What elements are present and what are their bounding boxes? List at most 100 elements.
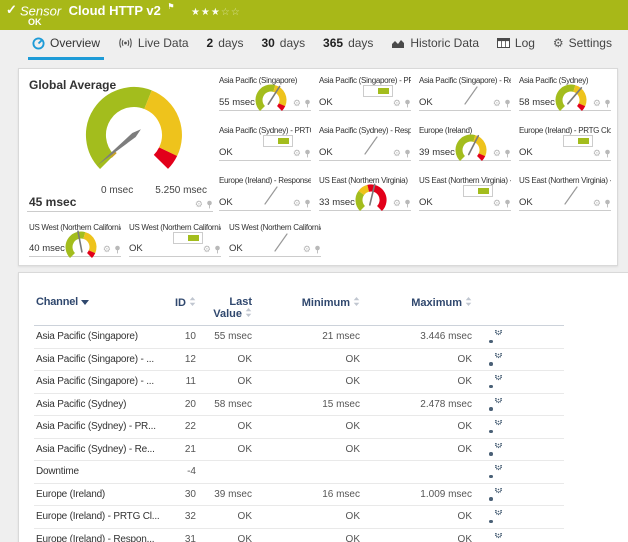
tab-settings[interactable]: ⚙Settings xyxy=(549,31,616,60)
channel-maximum: OK xyxy=(362,354,474,365)
column-header-minimum[interactable]: Minimum xyxy=(254,297,362,309)
channel-minimum: OK xyxy=(254,376,362,387)
channel-name[interactable]: Asia Pacific (Singapore) - ... xyxy=(34,376,164,387)
pin-icon[interactable] xyxy=(404,99,411,108)
channel-gauge-cell: Europe (Ireland) - PRTG Cloud...OK⚙ xyxy=(519,125,611,161)
gear-icon[interactable]: ⚙ xyxy=(493,199,501,208)
channel-maximum: 3.446 msec xyxy=(362,331,474,342)
column-header-maximum[interactable]: Maximum xyxy=(362,297,474,309)
channel-gauge-value: OK xyxy=(319,147,333,158)
table-row: Asia Pacific (Singapore) - ...12OKOKOK⚙ xyxy=(34,349,564,372)
channel-gauge-value: 40 msec xyxy=(29,243,65,254)
channel-name[interactable]: Asia Pacific (Sydney) - PR... xyxy=(34,421,164,432)
channel-name[interactable]: Europe (Ireland) - Respon... xyxy=(34,534,164,542)
gear-icon[interactable]: ⚙ xyxy=(593,99,601,108)
gear-icon[interactable]: ⚙ xyxy=(393,199,401,208)
channel-settings-icon[interactable]: ⚙ xyxy=(489,420,503,433)
pin-icon[interactable] xyxy=(304,99,311,108)
gear-icon[interactable]: ⚙ xyxy=(203,245,211,254)
pin-icon[interactable] xyxy=(504,149,511,158)
gear-icon[interactable]: ⚙ xyxy=(593,199,601,208)
channel-name[interactable]: Asia Pacific (Sydney) - Re... xyxy=(34,444,164,455)
pin-icon[interactable] xyxy=(604,149,611,158)
channel-settings-icon[interactable]: ⚙ xyxy=(489,465,503,478)
pin-icon[interactable] xyxy=(206,200,213,209)
gear-icon[interactable]: ⚙ xyxy=(195,200,203,209)
gear-icon[interactable]: ⚙ xyxy=(493,149,501,158)
column-header-last-value[interactable]: Last Value xyxy=(198,297,254,320)
tab-historic-data[interactable]: Historic Data xyxy=(387,31,483,60)
channel-maximum: OK xyxy=(362,534,474,542)
channel-minimum: OK xyxy=(254,511,362,522)
channel-table-header: ChannelIDLast ValueMinimumMaximum xyxy=(34,297,564,326)
channel-id: -4 xyxy=(164,466,198,477)
sensor-status-badge: OK xyxy=(28,17,42,27)
status-toggle-indicator xyxy=(263,135,293,147)
channel-settings-icon[interactable]: ⚙ xyxy=(489,510,503,523)
channel-gauge-value: OK xyxy=(419,197,433,208)
pin-icon[interactable] xyxy=(404,149,411,158)
channel-settings-icon[interactable]: ⚙ xyxy=(489,533,503,542)
pin-icon[interactable] xyxy=(404,199,411,208)
tab-30-days[interactable]: 30days xyxy=(257,31,309,60)
channel-gauge-value: OK xyxy=(519,197,533,208)
gear-icon[interactable]: ⚙ xyxy=(593,149,601,158)
channel-name[interactable]: Asia Pacific (Singapore) - ... xyxy=(34,354,164,365)
tab-label: Overview xyxy=(50,36,100,50)
channel-last-value: OK xyxy=(198,511,254,522)
tab-log[interactable]: Log xyxy=(493,31,539,60)
table-row: Asia Pacific (Sydney)2058 msec15 msec2.4… xyxy=(34,394,564,417)
gear-icon[interactable]: ⚙ xyxy=(293,199,301,208)
pin-icon[interactable] xyxy=(304,149,311,158)
column-header-id[interactable]: ID xyxy=(164,297,198,309)
gear-icon[interactable]: ⚙ xyxy=(493,99,501,108)
pin-icon[interactable] xyxy=(114,245,121,254)
channel-name[interactable]: Europe (Ireland) xyxy=(34,489,164,500)
channel-table-panel: ChannelIDLast ValueMinimumMaximum Asia P… xyxy=(18,272,628,542)
pin-icon[interactable] xyxy=(504,99,511,108)
channel-maximum: OK xyxy=(362,376,474,387)
status-toggle-indicator xyxy=(173,232,203,244)
channel-settings-icon[interactable]: ⚙ xyxy=(489,375,503,388)
channel-settings-icon[interactable]: ⚙ xyxy=(489,330,503,343)
tab-label: Historic Data xyxy=(410,36,479,50)
channel-id: 32 xyxy=(164,511,198,522)
flag-icon[interactable]: ⚑ xyxy=(167,2,174,11)
priority-stars[interactable]: ★★★☆☆ xyxy=(191,7,241,18)
pin-icon[interactable] xyxy=(304,199,311,208)
channel-name[interactable]: Downtime xyxy=(34,466,164,477)
pin-icon[interactable] xyxy=(504,199,511,208)
channel-last-value: OK xyxy=(198,354,254,365)
pin-icon[interactable] xyxy=(604,99,611,108)
gear-icon[interactable]: ⚙ xyxy=(103,245,111,254)
live-data-icon xyxy=(118,37,133,49)
gear-icon[interactable]: ⚙ xyxy=(393,99,401,108)
channel-name[interactable]: Europe (Ireland) - PRTG Cl... xyxy=(34,511,164,522)
sort-icon xyxy=(353,297,360,306)
channel-name[interactable]: Asia Pacific (Singapore) xyxy=(34,331,164,342)
table-row: Asia Pacific (Sydney) - PR...22OKOKOK⚙ xyxy=(34,416,564,439)
gear-icon[interactable]: ⚙ xyxy=(393,149,401,158)
channel-settings-icon[interactable]: ⚙ xyxy=(489,488,503,501)
channel-settings-icon[interactable]: ⚙ xyxy=(489,353,503,366)
channel-settings-icon[interactable]: ⚙ xyxy=(489,398,503,411)
tab-2-days[interactable]: 2days xyxy=(203,31,248,60)
channel-settings-icon[interactable]: ⚙ xyxy=(489,443,503,456)
table-row: Downtime-4 ⚙ xyxy=(34,461,564,484)
column-header-channel[interactable]: Channel xyxy=(34,297,164,308)
gear-icon[interactable]: ⚙ xyxy=(293,149,301,158)
pin-icon[interactable] xyxy=(214,245,221,254)
sort-icon xyxy=(465,297,472,306)
tab-overview[interactable]: Overview xyxy=(28,31,104,60)
gear-icon[interactable]: ⚙ xyxy=(303,245,311,254)
tab-365-days[interactable]: 365days xyxy=(319,31,377,60)
tab-live-data[interactable]: Live Data xyxy=(114,31,193,60)
pin-icon[interactable] xyxy=(604,199,611,208)
pin-icon[interactable] xyxy=(314,245,321,254)
channel-minimum: OK xyxy=(254,534,362,542)
channel-gauge-cell: Asia Pacific (Sydney) - Respo...OK⚙ xyxy=(319,125,411,161)
channel-name[interactable]: Asia Pacific (Sydney) xyxy=(34,399,164,410)
tab-label: days xyxy=(280,36,305,50)
channel-maximum: OK xyxy=(362,511,474,522)
gear-icon[interactable]: ⚙ xyxy=(293,99,301,108)
